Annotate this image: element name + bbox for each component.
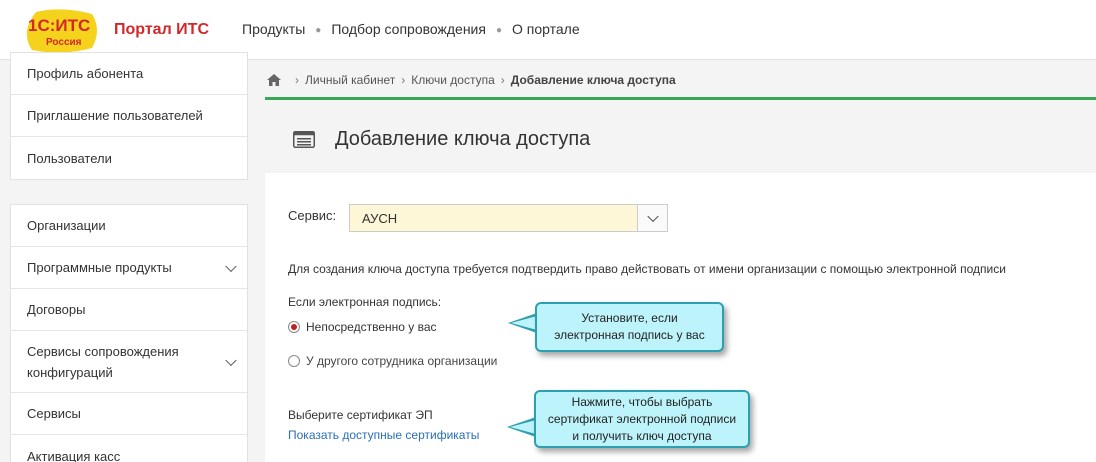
- breadcrumb-current: Добавление ключа доступа: [510, 72, 676, 87]
- callout-pointer-fill: [511, 316, 537, 330]
- sidebar-item-profile[interactable]: Профиль абонента: [11, 53, 247, 95]
- sidebar-item-contracts[interactable]: Договоры: [11, 289, 247, 331]
- breadcrumb-separator: ›: [295, 72, 299, 87]
- show-certificates-link[interactable]: Показать доступные сертификаты: [288, 428, 479, 442]
- sidebar-profile-group: Профиль абонента Приглашение пользовател…: [10, 52, 248, 180]
- top-header: 1С:ИТС Россия Портал ИТС Продукты ● Подбор…: [0, 0, 1096, 60]
- radio-button-checked[interactable]: [288, 321, 300, 333]
- callout-pointer-fill: [510, 420, 536, 434]
- sidebar-item-label: Сервисы: [27, 406, 81, 421]
- certificate-label: Выберите сертификат ЭП: [288, 408, 433, 422]
- callout-certificate-hint: Нажмите, чтобы выбрать сертификат электр…: [534, 390, 750, 448]
- sidebar-item-label: Активация касс: [27, 448, 121, 462]
- sidebar-item-label: Сервисы сопровождения конфигураций: [27, 341, 179, 383]
- radio-button-unchecked[interactable]: [288, 355, 300, 367]
- service-label: Сервис:: [288, 208, 337, 223]
- radio-option-direct[interactable]: Непосредственно у вас: [288, 320, 437, 334]
- signature-info-text: Для создания ключа доступа требуется под…: [288, 262, 1006, 276]
- service-select[interactable]: АУСН: [349, 204, 668, 232]
- page-title: Добавление ключа доступа: [335, 128, 591, 150]
- top-nav: Продукты ● Подбор сопровождения ● О портале: [242, 21, 580, 37]
- sidebar-item-label: Договоры: [27, 302, 86, 317]
- callout-line: Установите, если: [581, 311, 678, 325]
- chevron-down-icon: [647, 210, 659, 223]
- breadcrumb-access-keys[interactable]: Ключи доступа: [411, 73, 495, 87]
- nav-separator: ●: [495, 24, 503, 36]
- sidebar-item-label: Профиль абонента: [27, 66, 144, 81]
- page-header: Добавление ключа доступа: [265, 103, 1096, 173]
- callout-line: сертификат электронной подписи: [547, 411, 737, 426]
- radio-option-label: У другого сотрудника организации: [306, 354, 498, 368]
- sidebar-item-organizations[interactable]: Организации: [11, 205, 247, 247]
- breadcrumb: › Личный кабинет › Ключи доступа › Добав…: [265, 62, 1096, 100]
- sidebar-item-software-products[interactable]: Программные продукты: [11, 247, 247, 289]
- sidebar-item-label: Программные продукты: [27, 260, 172, 275]
- callout-text: Нажмите, чтобы выбрать сертификат электр…: [548, 394, 736, 445]
- logo-text: 1С:ИТС: [28, 16, 90, 35]
- radio-option-other-employee[interactable]: У другого сотрудника организации: [288, 354, 497, 368]
- sidebar-item-users[interactable]: Пользователи: [11, 137, 247, 179]
- chevron-down-icon[interactable]: [225, 354, 237, 366]
- sidebar-item-label: Пользователи: [27, 150, 112, 166]
- callout-line: Нажмите, чтобы выбрать: [571, 394, 713, 409]
- breadcrumb-personal-account[interactable]: Личный кабинет: [305, 73, 395, 87]
- radio-option-label: Непосредственно у вас: [306, 320, 437, 334]
- service-select-dropdown-button[interactable]: [637, 205, 667, 231]
- sidebar-services-group: Организации Программные продукты Договор…: [10, 204, 248, 462]
- portal-title[interactable]: Портал ИТС: [114, 21, 209, 39]
- breadcrumb-separator: ›: [401, 72, 406, 87]
- signature-question-label: Если электронная подпись:: [288, 295, 442, 309]
- service-select-value: АУСН: [362, 211, 398, 226]
- sidebar-item-services[interactable]: Сервисы: [11, 393, 247, 435]
- callout-line: и получить ключ доступа: [572, 428, 712, 443]
- breadcrumb-separator: ›: [500, 72, 505, 87]
- list-window-icon: [293, 131, 315, 148]
- sidebar-item-invite-users[interactable]: Приглашение пользователей: [11, 95, 247, 137]
- callout-direct-signature-hint: Установите, если электронная подпись у в…: [535, 302, 724, 352]
- its-logo[interactable]: 1С:ИТС Россия: [22, 8, 100, 54]
- sidebar-item-label-line2: конфигураций: [27, 364, 113, 380]
- sidebar-item-config-support-services[interactable]: Сервисы сопровождения конфигураций: [11, 331, 247, 393]
- nav-about[interactable]: О портале: [512, 21, 580, 37]
- callout-line: электронная подпись у вас: [554, 328, 705, 342]
- sidebar-item-label-line1: Сервисы сопровождения: [27, 343, 179, 359]
- sidebar-item-label: Приглашение пользователей: [27, 108, 203, 123]
- home-icon[interactable]: [267, 73, 281, 86]
- callout-text: Установите, если электронная подпись у в…: [554, 310, 704, 344]
- chevron-down-icon[interactable]: [225, 260, 237, 272]
- nav-separator: ●: [315, 24, 322, 36]
- sidebar-item-cash-register-activation[interactable]: Активация касс: [11, 435, 247, 462]
- nav-products[interactable]: Продукты: [242, 21, 305, 37]
- logo-subtext: Россия: [46, 37, 82, 48]
- nav-support-selection[interactable]: Подбор сопровождения: [331, 21, 486, 37]
- sidebar-item-label: Организации: [27, 218, 106, 233]
